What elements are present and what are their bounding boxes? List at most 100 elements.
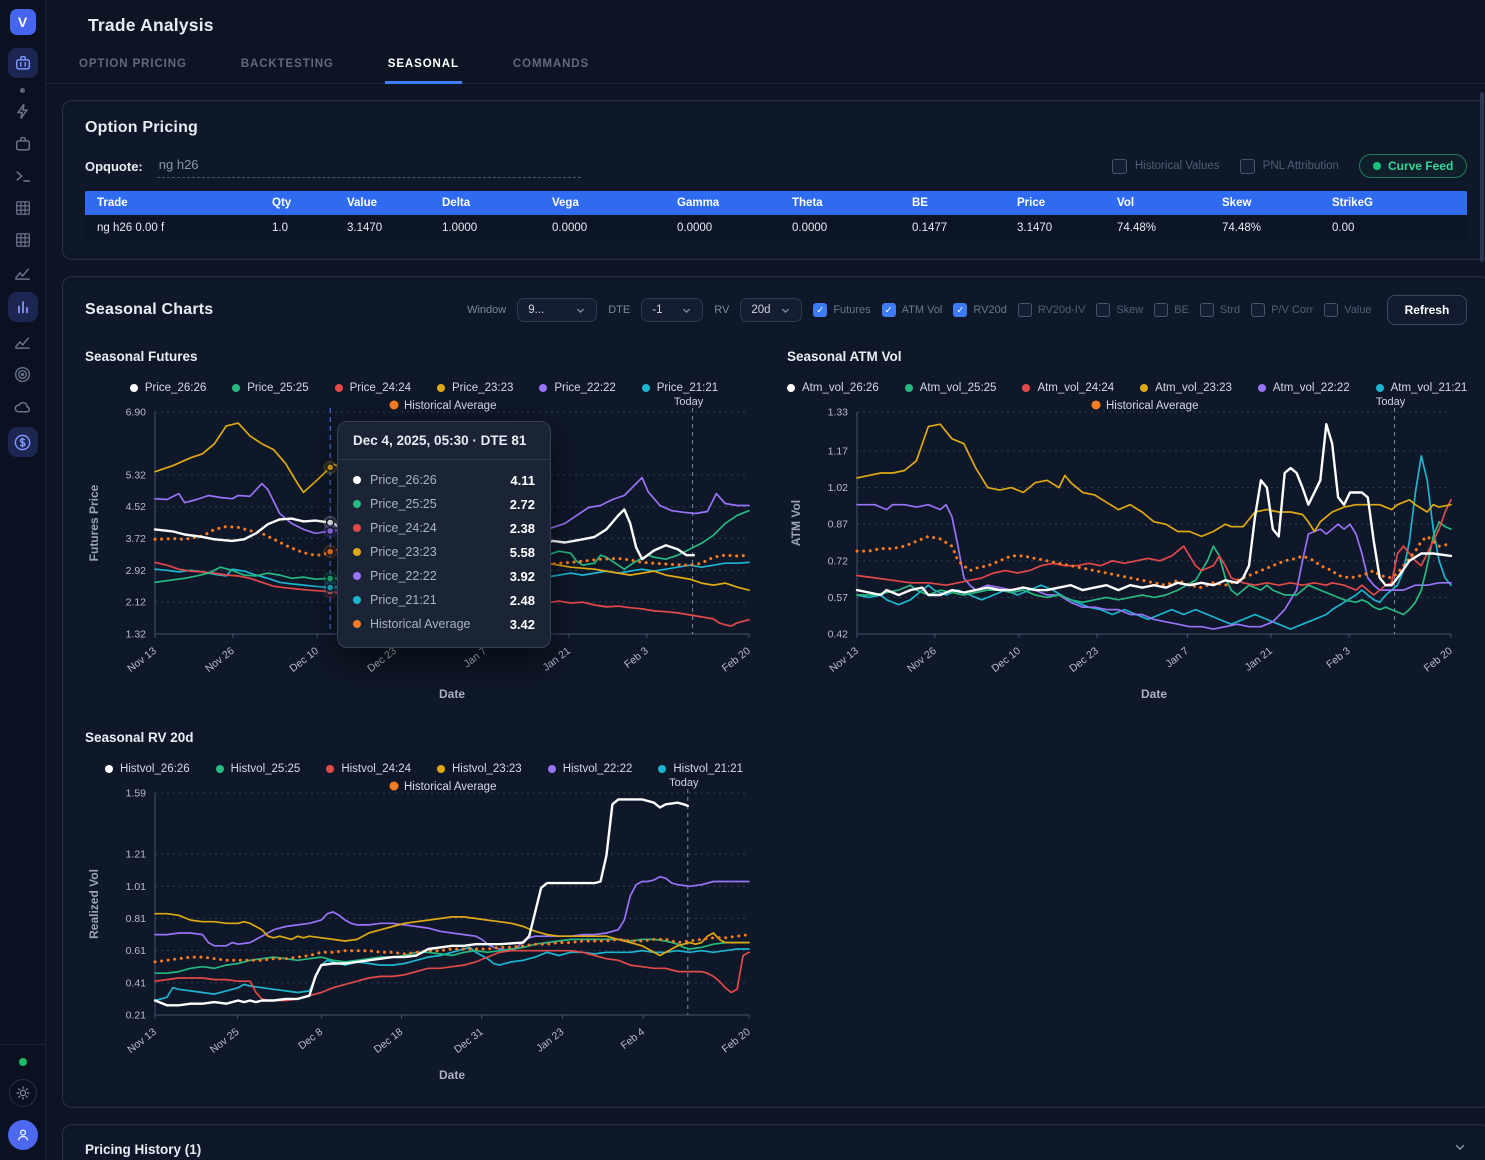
window-select[interactable]: 9... — [517, 298, 597, 322]
sidebar-item-signals[interactable] — [13, 102, 32, 121]
checkbox-label: Futures — [833, 304, 870, 316]
series-dot — [437, 384, 445, 392]
legend-item[interactable]: Atm_vol_26:26 — [787, 382, 879, 394]
sidebar-item-cloud[interactable] — [13, 398, 32, 417]
tab-option-pricing[interactable]: OPTION PRICING — [76, 49, 190, 83]
checkbox-pnl-attribution[interactable]: PNL Attribution — [1240, 159, 1339, 174]
legend-item[interactable]: Price_26:26 — [130, 382, 206, 394]
checkbox-skew[interactable]: Skew — [1096, 303, 1143, 317]
dte-select[interactable]: -1 — [641, 298, 703, 322]
hover-dot — [327, 548, 334, 555]
checkbox-rv20d[interactable]: ✓RV20d — [953, 303, 1006, 317]
checkbox-futures[interactable]: ✓ Futures — [813, 303, 870, 317]
series-dot — [905, 384, 913, 392]
chevron-down-icon[interactable] — [1453, 1140, 1467, 1159]
seasonal-atm-vol-plot[interactable]: 1.331.171.020.870.720.570.42Nov 13Nov 26… — [787, 396, 1465, 708]
sidebar-bottom — [0, 1044, 45, 1160]
tooltip-rows: Price_26:264.11Price_25:252.72Price_24:2… — [338, 460, 550, 647]
checkbox-box: ✓ — [813, 303, 827, 317]
today-label: Today — [674, 396, 704, 408]
app-logo[interactable]: V — [10, 9, 36, 35]
user-avatar[interactable] — [8, 1120, 38, 1150]
pricing-history-panel[interactable]: Pricing History (1) — [62, 1124, 1485, 1160]
checkbox-label: ATM Vol — [902, 304, 943, 316]
scrollbar-thumb[interactable] — [1480, 92, 1484, 262]
series-dot — [1092, 401, 1101, 410]
y-tick-label: 1.01 — [126, 881, 147, 893]
curve-feed-button[interactable]: Curve Feed — [1359, 154, 1467, 178]
sidebar-item-target[interactable] — [13, 365, 32, 384]
legend-item[interactable]: Atm_vol_21:21 — [1376, 382, 1468, 394]
y-tick-label: 0.21 — [126, 1010, 147, 1022]
series-line-historical-average — [155, 935, 749, 962]
sidebar-item-bar-chart[interactable] — [8, 292, 38, 322]
y-tick-label: 4.52 — [126, 501, 147, 513]
table-row[interactable]: ng h26 0.00 f1.03.14701.00000.00000.0000… — [85, 215, 1467, 241]
x-tick-label: Feb 4 — [619, 1026, 648, 1052]
checkbox-strd[interactable]: Strd — [1200, 303, 1240, 317]
legend-item[interactable]: Price_23:23 — [437, 382, 513, 394]
sidebar-item-terminal[interactable] — [14, 167, 32, 185]
y-tick-label: 0.57 — [828, 592, 849, 604]
legend-item[interactable]: Atm_vol_22:22 — [1258, 382, 1350, 394]
rv-select[interactable]: 20d — [740, 298, 802, 322]
table-header-cell: Skew — [1210, 191, 1320, 215]
seasonal-rv20d-plot[interactable]: 1.591.211.010.810.610.410.21Nov 13Nov 25… — [85, 777, 763, 1089]
table-header-cell: Gamma — [665, 191, 780, 215]
legend-item[interactable]: Price_21:21 — [642, 382, 718, 394]
table-cell: 0.0000 — [540, 215, 665, 241]
legend-label: Atm_vol_26:26 — [802, 382, 879, 394]
table-cell: 1.0000 — [430, 215, 540, 241]
page-title: Trade Analysis — [46, 0, 1485, 36]
series-dot — [335, 384, 343, 392]
legend-item[interactable]: Price_24:24 — [335, 382, 411, 394]
table-cell: 74.48% — [1105, 215, 1210, 241]
tab-commands[interactable]: COMMANDS — [510, 49, 592, 83]
seasonal-atm-vol-chart: Seasonal ATM Vol Atm_vol_26:26Atm_vol_25… — [787, 349, 1467, 708]
legend-item[interactable]: Histvol_25:25 — [216, 763, 301, 775]
checkbox-atm-vol[interactable]: ✓ ATM Vol — [882, 303, 943, 317]
legend-label: Histvol_23:23 — [452, 763, 522, 775]
legend-label: Atm_vol_23:23 — [1155, 382, 1232, 394]
sidebar-item-line-chart-1[interactable] — [13, 263, 32, 282]
legend-item[interactable]: Histvol_26:26 — [105, 763, 190, 775]
sidebar-item-pricing[interactable] — [8, 427, 38, 457]
legend-item[interactable]: Atm_vol_25:25 — [905, 382, 997, 394]
sidebar-item-briefcase[interactable] — [14, 135, 32, 153]
refresh-button[interactable]: Refresh — [1387, 295, 1468, 325]
legend-item[interactable]: Price_22:22 — [539, 382, 615, 394]
series-line-histvol-24-24 — [155, 951, 749, 1001]
checkbox-rv20d-iv[interactable]: RV20d-IV — [1018, 303, 1086, 317]
table-header-cell: Delta — [430, 191, 540, 215]
sidebar-item-grid-1[interactable] — [14, 199, 32, 217]
y-tick-label: 2.92 — [126, 565, 147, 577]
theme-toggle-button[interactable] — [9, 1079, 37, 1107]
x-tick-label: Feb 20 — [720, 1026, 753, 1056]
x-tick-label: Nov 13 — [827, 645, 861, 675]
series-value: 2.48 — [510, 593, 535, 608]
checkbox-p-v-corr[interactable]: P/V Corr — [1251, 303, 1313, 317]
legend-item[interactable]: Atm_vol_24:24 — [1022, 382, 1114, 394]
select-value: 20d — [751, 304, 770, 316]
tab-seasonal[interactable]: SEASONAL — [385, 49, 462, 84]
legend-item[interactable]: Atm_vol_23:23 — [1140, 382, 1232, 394]
legend-item[interactable]: Histvol_22:22 — [548, 763, 633, 775]
checkbox-box: ✓ — [882, 303, 896, 317]
sidebar-item-grid-2[interactable] — [14, 231, 32, 249]
sidebar-item-line-chart-2[interactable] — [13, 332, 32, 351]
legend-item[interactable]: Price_25:25 — [232, 382, 308, 394]
tab-backtesting[interactable]: BACKTESTING — [238, 49, 337, 83]
checkbox-historical-values[interactable]: Historical Values — [1112, 159, 1220, 174]
series-dot — [353, 524, 361, 532]
dollar-icon — [13, 433, 32, 452]
checkbox-value[interactable]: Value — [1324, 303, 1371, 317]
legend-item[interactable]: Histvol_23:23 — [437, 763, 522, 775]
legend-item[interactable]: Histvol_21:21 — [658, 763, 743, 775]
y-tick-label: 1.21 — [126, 849, 147, 861]
portfolio-icon[interactable] — [8, 48, 38, 78]
checkbox-be[interactable]: BE — [1154, 303, 1189, 317]
opquote-input[interactable] — [157, 155, 581, 178]
table-cell: 3.1470 — [1005, 215, 1105, 241]
legend-item[interactable]: Histvol_24:24 — [326, 763, 411, 775]
y-tick-label: 1.33 — [828, 407, 849, 419]
